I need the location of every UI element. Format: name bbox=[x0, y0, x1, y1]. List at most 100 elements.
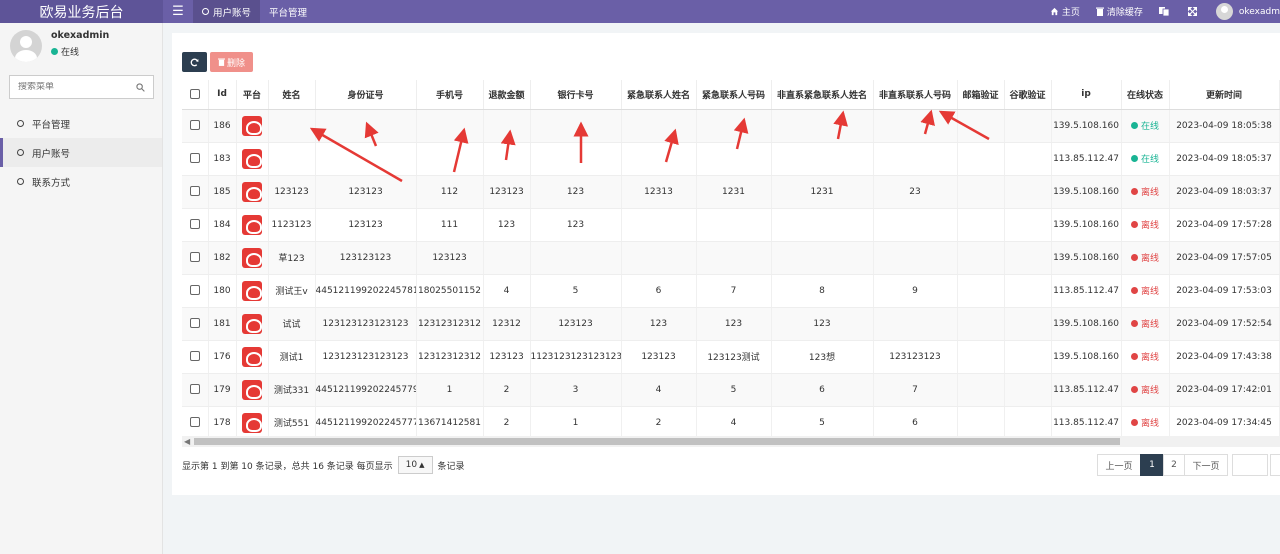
column-header[interactable]: 紧急联系人姓名 bbox=[621, 80, 697, 110]
cell-email bbox=[957, 274, 1005, 308]
status-cell: 离线 bbox=[1121, 406, 1170, 436]
column-header[interactable]: 非直系联系人号码 bbox=[873, 80, 958, 110]
next-page-button[interactable]: 下一页 bbox=[1184, 454, 1228, 476]
status-label: 离线 bbox=[1140, 419, 1159, 429]
column-header[interactable]: ip bbox=[1051, 80, 1122, 110]
row-checkbox[interactable] bbox=[189, 351, 200, 362]
status-label: 离线 bbox=[1140, 221, 1159, 231]
row-checkbox[interactable] bbox=[189, 186, 200, 197]
column-header[interactable]: 邮箱验证 bbox=[957, 80, 1005, 110]
clear-cache-button[interactable]: 清除缓存 bbox=[1095, 5, 1143, 18]
main-panel: 删除 Id 平台 姓名 身份证号 手机号 退款金额 银行卡号 紧急联系人姓名 紧… bbox=[172, 33, 1280, 495]
menu-search-input[interactable] bbox=[18, 82, 128, 92]
row-checkbox[interactable] bbox=[189, 153, 200, 164]
row-checkbox[interactable] bbox=[189, 384, 200, 395]
refresh-button[interactable] bbox=[182, 52, 207, 72]
page-button[interactable]: 1 bbox=[1140, 454, 1164, 476]
status-dot-icon bbox=[1130, 254, 1138, 261]
cell-ip: 139.5.108.160 bbox=[1051, 175, 1122, 209]
fullscreen-button[interactable] bbox=[1187, 7, 1200, 16]
cell-phone: 1 bbox=[416, 373, 484, 407]
cell-ec_name bbox=[621, 241, 697, 275]
circle-icon bbox=[17, 149, 24, 156]
sidebar-item-contact[interactable]: 联系方式 bbox=[0, 167, 162, 196]
table-row[interactable]: 183 113.85.112.47 在线 2023-04-09 18:05:37 bbox=[182, 142, 1280, 176]
search-icon[interactable] bbox=[136, 82, 145, 92]
page-button[interactable]: 2 bbox=[1163, 454, 1185, 476]
cell-nec_phone bbox=[873, 142, 958, 176]
column-header[interactable]: 身份证号 bbox=[315, 80, 417, 110]
translate-button[interactable] bbox=[1158, 7, 1172, 16]
row-checkbox[interactable] bbox=[189, 120, 200, 131]
top-tab-user-accounts[interactable]: 用户账号 bbox=[193, 0, 261, 23]
cell-ec_phone: 7 bbox=[696, 274, 772, 308]
user-menu[interactable]: okexadm bbox=[1215, 3, 1280, 20]
table-row[interactable]: 182 草123 123123123 123123 139.5.108.160 离线 202… bbox=[182, 241, 1280, 275]
prev-page-button[interactable]: 上一页 bbox=[1097, 454, 1141, 476]
row-checkbox[interactable] bbox=[189, 318, 200, 329]
table-row[interactable]: 178 测试551 445121199202245777 13671412581 2 1 2… bbox=[182, 406, 1280, 436]
table-row[interactable]: 184 1123123 123123 111 123 123 139.5.108.160 离线… bbox=[182, 208, 1280, 242]
circle-icon bbox=[17, 120, 24, 127]
table-row[interactable]: 180 测试王v 445121199202245781 18025501152 4 5 6 7… bbox=[182, 274, 1280, 308]
status-badge: 离线 bbox=[1130, 218, 1159, 231]
cell-updated: 2023-04-09 17:42:01 bbox=[1169, 373, 1280, 407]
cell-idcard: 445121199202245779 bbox=[315, 373, 417, 407]
row-checkbox[interactable] bbox=[189, 285, 200, 296]
scroll-left-icon[interactable]: ◀ bbox=[184, 437, 190, 446]
status-dot-icon bbox=[1130, 419, 1138, 426]
sidebar-item-user-accounts[interactable]: 用户账号 bbox=[0, 138, 162, 167]
column-header[interactable]: 在线状态 bbox=[1121, 80, 1170, 110]
platform-logo-icon bbox=[242, 412, 262, 433]
table-row[interactable]: 185 123123 123123 112 123123 123 12313 1231 1231… bbox=[182, 175, 1280, 209]
status-label: 在线 bbox=[1140, 122, 1159, 132]
column-header[interactable]: 退款金额 bbox=[483, 80, 531, 110]
platform-cell bbox=[236, 340, 269, 374]
column-header[interactable]: 手机号 bbox=[416, 80, 484, 110]
column-header[interactable]: 银行卡号 bbox=[530, 80, 622, 110]
table-row[interactable]: 181 试试 123123123123123 12312312312 12312 1231… bbox=[182, 307, 1280, 341]
status-cell: 离线 bbox=[1121, 373, 1170, 407]
column-header[interactable]: 更新时间 bbox=[1169, 80, 1280, 110]
row-checkbox[interactable] bbox=[189, 252, 200, 263]
table-body: 186 139.5.108.160 在线 2023-04-09 18:05:38 183… bbox=[182, 109, 1280, 436]
row-checkbox[interactable] bbox=[189, 219, 200, 230]
column-header[interactable]: 紧急联系人号码 bbox=[696, 80, 772, 110]
cell-ip: 113.85.112.47 bbox=[1051, 406, 1122, 436]
row-select-cell bbox=[182, 241, 209, 275]
table-row[interactable]: 186 139.5.108.160 在线 2023-04-09 18:05:38 bbox=[182, 109, 1280, 143]
jump-page-button[interactable] bbox=[1270, 454, 1280, 476]
user-info: okexadmin 在线 bbox=[51, 30, 109, 58]
app-brand[interactable]: 欧易业务后台 bbox=[0, 0, 163, 23]
home-link[interactable]: 主页 bbox=[1050, 5, 1080, 18]
select-all-checkbox[interactable] bbox=[189, 89, 200, 99]
column-header[interactable]: 谷歌验证 bbox=[1004, 80, 1052, 110]
table-row[interactable]: 176 测试1 123123123123123 12312312312 123123 11… bbox=[182, 340, 1280, 374]
table-row[interactable]: 179 测试331 445121199202245779 1 2 3 4 5 6 7 113.85.… bbox=[182, 373, 1280, 407]
column-header[interactable]: 姓名 bbox=[268, 80, 316, 110]
jump-page-input[interactable] bbox=[1232, 454, 1268, 476]
column-header[interactable]: Id bbox=[208, 80, 237, 110]
column-header[interactable]: 平台 bbox=[236, 80, 269, 110]
cell-bank: 123 bbox=[530, 175, 622, 209]
top-tab-platform-management[interactable]: 平台管理 bbox=[260, 0, 316, 23]
cell-nec_name: 1231 bbox=[771, 175, 874, 209]
delete-button[interactable]: 删除 bbox=[210, 52, 253, 72]
cell-name: 1123123 bbox=[268, 208, 316, 242]
row-checkbox[interactable] bbox=[189, 417, 200, 428]
horizontal-scrollbar[interactable]: ◀ bbox=[182, 436, 1280, 447]
cell-idcard bbox=[315, 109, 417, 143]
menu-toggle-icon[interactable]: ☰ bbox=[163, 4, 193, 19]
cell-ec_phone bbox=[696, 241, 772, 275]
column-header[interactable]: 非直系紧急联系人姓名 bbox=[771, 80, 874, 110]
sidebar-item-platform-management[interactable]: 平台管理 bbox=[0, 109, 162, 138]
cell-nec_name bbox=[771, 142, 874, 176]
platform-cell bbox=[236, 307, 269, 341]
scrollbar-thumb[interactable] bbox=[194, 438, 1120, 445]
select-all-cell bbox=[182, 80, 209, 110]
cell-ec_phone: 123123测试 bbox=[696, 340, 772, 374]
platform-logo-icon bbox=[242, 379, 262, 400]
page-size-select[interactable]: 10 ▲ bbox=[397, 456, 433, 474]
home-icon bbox=[1050, 7, 1058, 16]
row-select-cell bbox=[182, 175, 209, 209]
